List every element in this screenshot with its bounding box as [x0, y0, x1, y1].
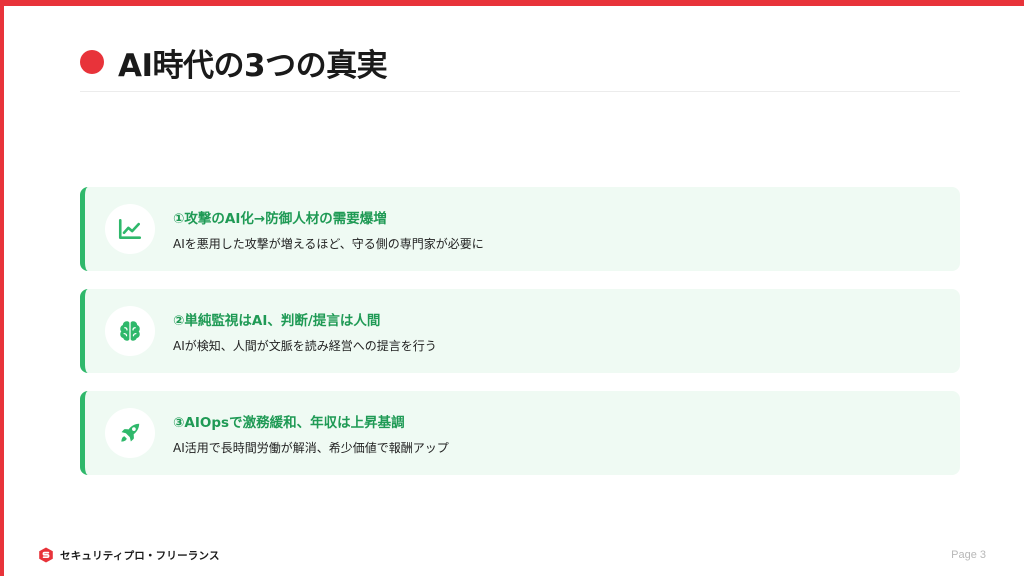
card-heading: ②単純監視はAI、判断/提言は人間 — [173, 312, 381, 329]
card-heading: ③AIOpsで激務緩和、年収は上昇基調 — [173, 414, 405, 431]
top-accent-bar — [0, 0, 1024, 6]
shield-logo-icon — [38, 547, 54, 563]
title-row: AI時代の3つの真実 — [80, 40, 960, 84]
left-accent-bar — [0, 0, 4, 576]
card-heading: ①攻撃のAI化→防御人材の需要爆増 — [173, 210, 387, 227]
title-bullet-dot — [80, 50, 104, 74]
page-number: Page 3 — [951, 549, 986, 561]
rocket-icon — [105, 408, 155, 458]
card-description: AIを悪用した攻撃が増えるほど、守る側の専門家が必要に — [173, 236, 484, 251]
truth-card-2: ②単純監視はAI、判断/提言は人間 AIが検知、人間が文脈を読み経営への提言を行… — [80, 289, 960, 373]
truth-card-3: ③AIOpsで激務緩和、年収は上昇基調 AI活用で長時間労働が解消、希少価値で報… — [80, 391, 960, 475]
card-description: AI活用で長時間労働が解消、希少価値で報酬アップ — [173, 440, 449, 455]
title-divider — [80, 91, 960, 92]
line-chart-icon — [105, 204, 155, 254]
card-description: AIが検知、人間が文脈を読み経営への提言を行う — [173, 338, 437, 353]
truth-card-1: ①攻撃のAI化→防御人材の需要爆増 AIを悪用した攻撃が増えるほど、守る側の専門… — [80, 187, 960, 271]
brain-icon — [105, 306, 155, 356]
page-title: AI時代の3つの真実 — [118, 47, 388, 84]
brand-name: セキュリティプロ・フリーランス — [60, 549, 220, 562]
footer-brand: セキュリティプロ・フリーランス — [38, 546, 220, 564]
